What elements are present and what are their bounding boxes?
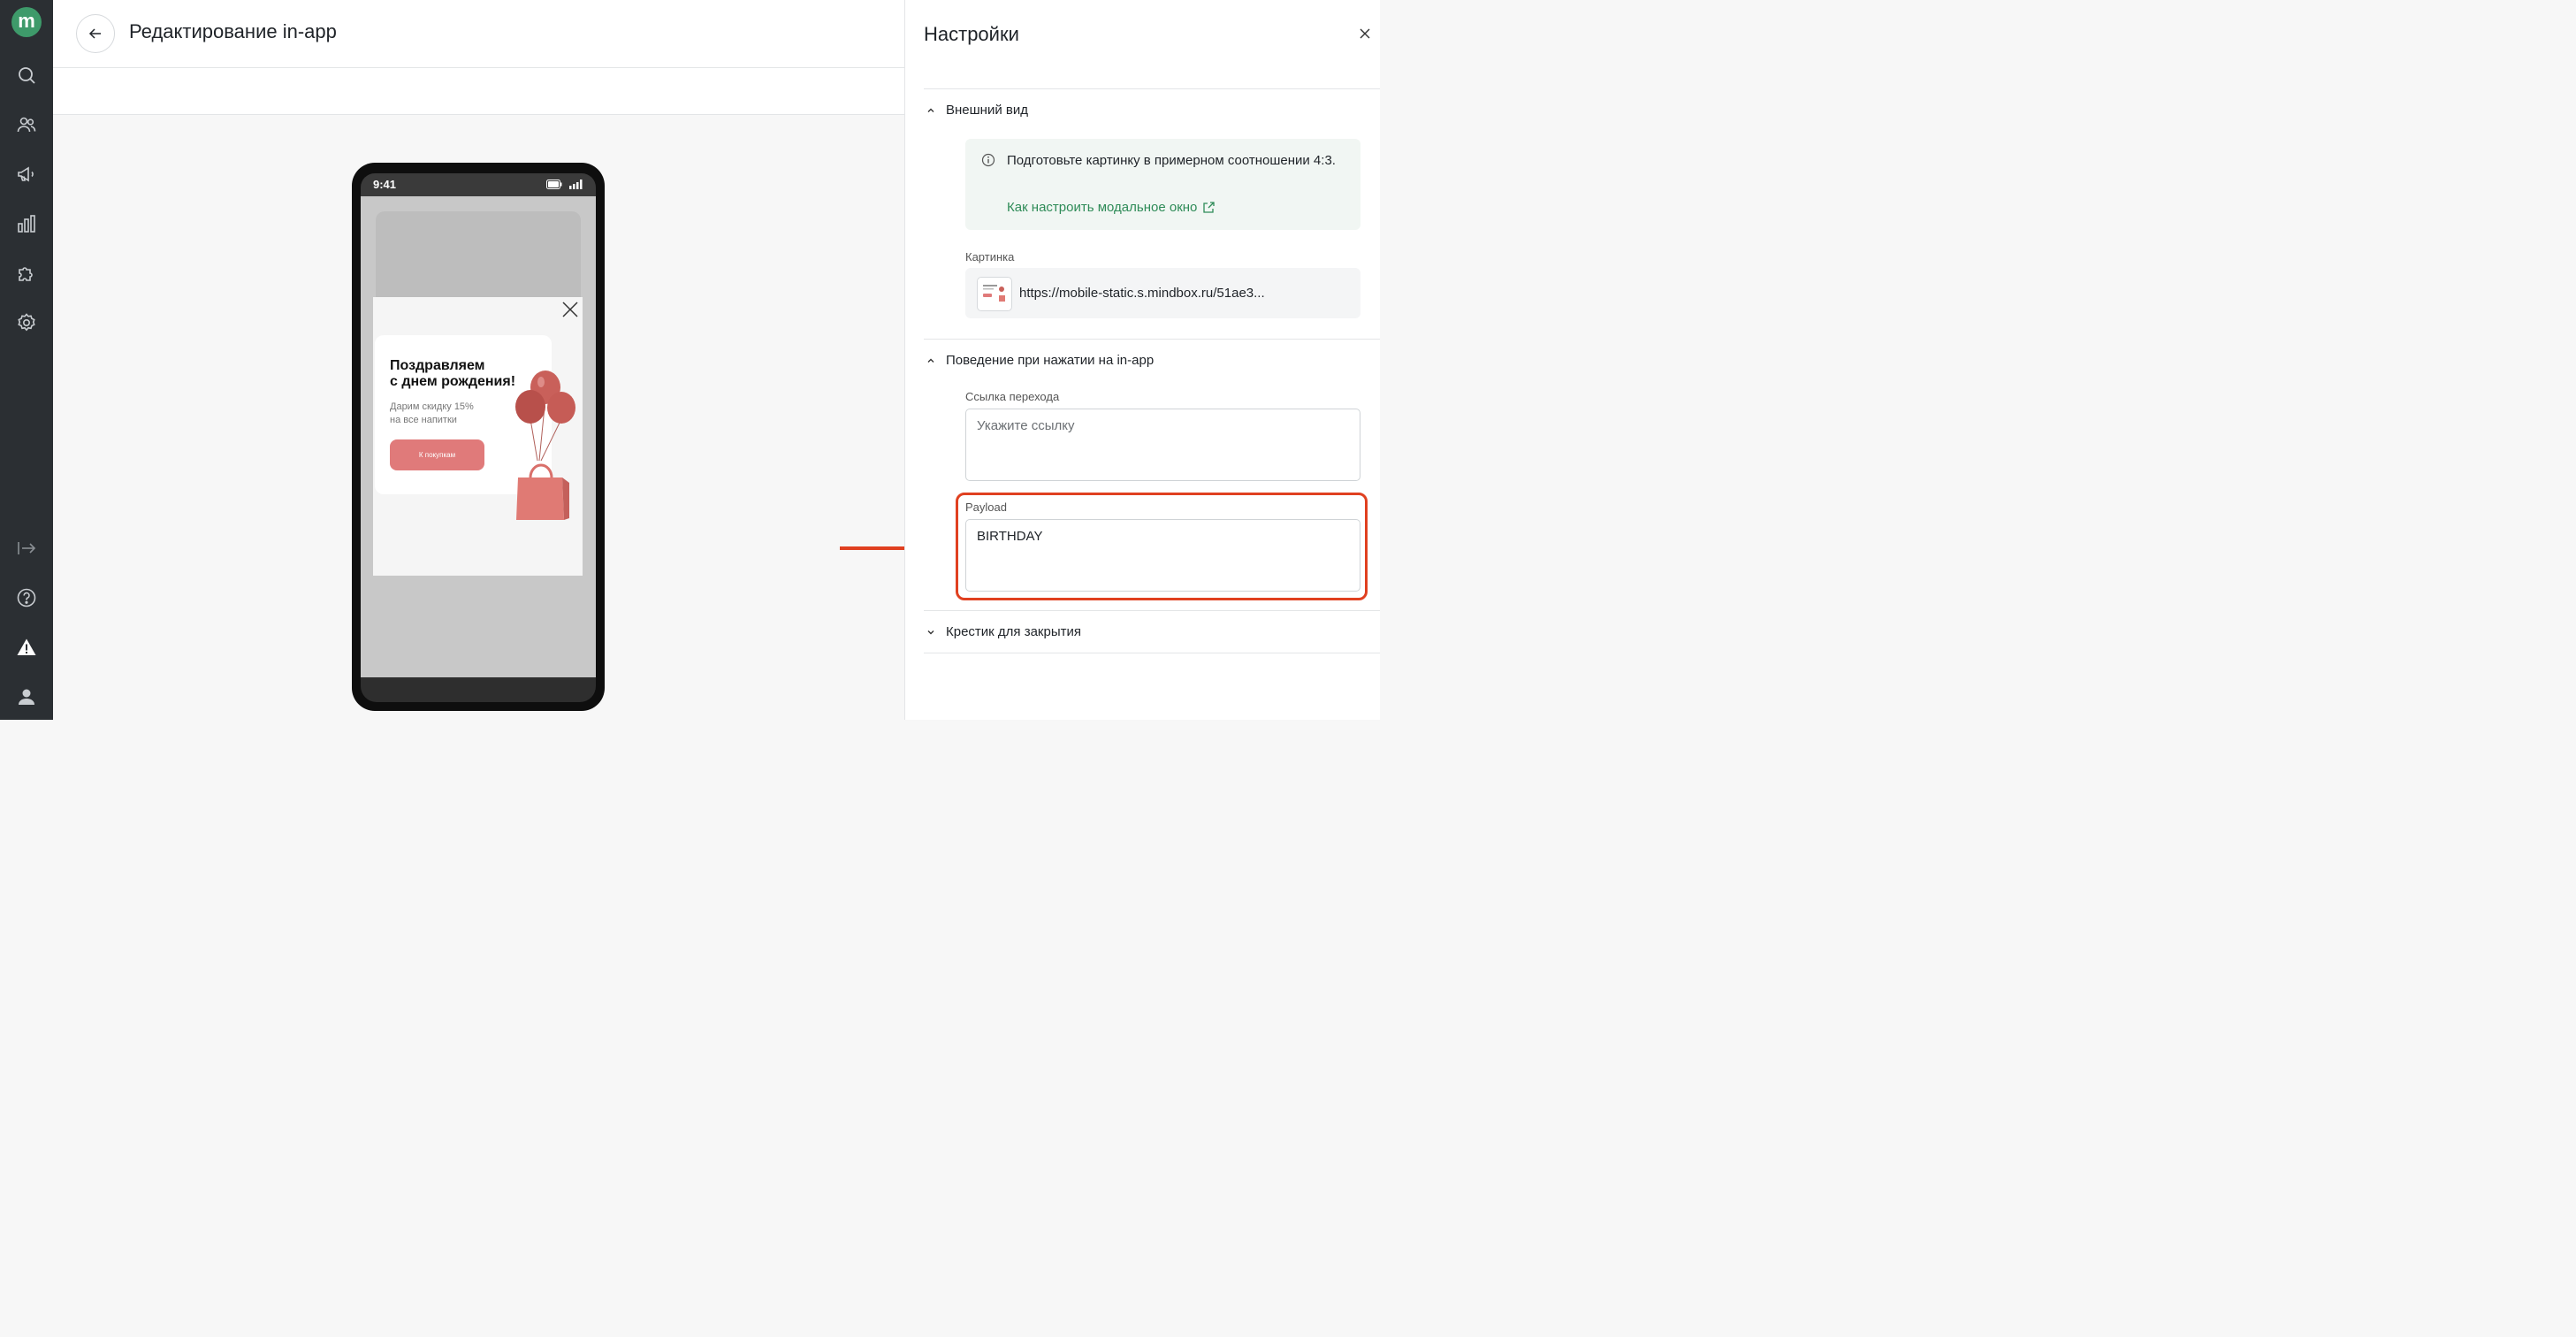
header: Редактирование in-app	[53, 0, 904, 68]
phone-nav-bar	[361, 677, 596, 702]
section-close-cross-toggle[interactable]: Крестик для закрытия	[926, 624, 1081, 639]
user-icon[interactable]	[16, 686, 37, 707]
phone-preview: 9:41 Поздравляем с днем рождения! Дарим …	[352, 163, 605, 711]
image-thumbnail	[977, 277, 1012, 311]
info-text: Подготовьте картинку в примерном соотнош…	[1007, 153, 1336, 168]
settings-panel: Настройки Внешний вид Подготовьте картин…	[904, 0, 1380, 720]
chevron-up-icon	[927, 358, 934, 363]
promo-title: Поздравляем с днем рождения!	[390, 358, 516, 389]
link-placeholder: Укажите ссылку	[977, 418, 1075, 433]
payload-label: Payload	[965, 500, 1007, 514]
close-icon[interactable]	[1358, 27, 1372, 41]
warning-icon[interactable]	[16, 637, 37, 658]
phone-screen: Поздравляем с днем рождения! Дарим скидк…	[361, 196, 596, 677]
external-link-icon	[1203, 201, 1216, 213]
battery-icon	[546, 180, 562, 189]
gear-icon[interactable]	[16, 312, 37, 333]
puzzle-icon[interactable]	[16, 263, 37, 284]
chevron-down-icon	[927, 630, 934, 634]
divider	[924, 339, 1380, 340]
page-title: Редактирование in-app	[129, 20, 337, 42]
phone-status-bar: 9:41	[361, 173, 596, 196]
phone-time: 9:41	[373, 178, 397, 191]
logo[interactable]: m	[11, 7, 42, 37]
divider	[924, 88, 1380, 89]
section-close-cross-title: Крестик для закрытия	[946, 624, 1081, 639]
promo-text: Дарим скидку 15% на все напитки	[390, 401, 474, 425]
analytics-icon[interactable]	[16, 213, 37, 234]
section-behavior-toggle[interactable]: Поведение при нажатии на in-app	[926, 353, 1154, 368]
expand-icon[interactable]	[16, 538, 37, 559]
link-label: Ссылка перехода	[965, 390, 1060, 403]
payload-input[interactable]: BIRTHDAY	[965, 519, 1360, 592]
promo-button[interactable]: К покупкам	[390, 439, 484, 470]
inapp-modal: Поздравляем с днем рождения! Дарим скидк…	[373, 297, 583, 576]
help-icon[interactable]	[16, 587, 37, 608]
payload-value: BIRTHDAY	[977, 529, 1043, 544]
section-appearance-title: Внешний вид	[946, 103, 1028, 118]
modal-close-icon[interactable]	[561, 301, 579, 318]
users-icon[interactable]	[16, 114, 37, 135]
info-box: Подготовьте картинку в примерном соотнош…	[965, 139, 1360, 230]
image-url: https://mobile-static.s.mindbox.ru/51ae3…	[1019, 286, 1265, 301]
signal-icon	[569, 180, 583, 189]
megaphone-icon[interactable]	[16, 164, 37, 185]
image-field[interactable]: https://mobile-static.s.mindbox.ru/51ae3…	[965, 268, 1360, 318]
sidebar: m	[0, 0, 53, 720]
info-icon	[981, 153, 995, 167]
divider	[924, 610, 1380, 611]
arrow-left-icon	[88, 28, 101, 39]
panel-title: Настройки	[924, 23, 1019, 45]
toolbar	[53, 68, 904, 115]
search-icon[interactable]	[16, 65, 37, 86]
help-link[interactable]: Как настроить модальное окно	[1007, 200, 1216, 215]
back-button[interactable]	[76, 14, 115, 53]
chevron-up-icon	[927, 108, 934, 112]
help-link-label: Как настроить модальное окно	[1007, 200, 1198, 215]
link-input[interactable]: Укажите ссылку	[965, 409, 1360, 481]
image-label: Картинка	[965, 250, 1015, 264]
section-behavior-title: Поведение при нажатии на in-app	[946, 353, 1155, 368]
section-appearance-toggle[interactable]: Внешний вид	[926, 103, 1028, 118]
balloons-bag-illustration	[515, 371, 575, 520]
